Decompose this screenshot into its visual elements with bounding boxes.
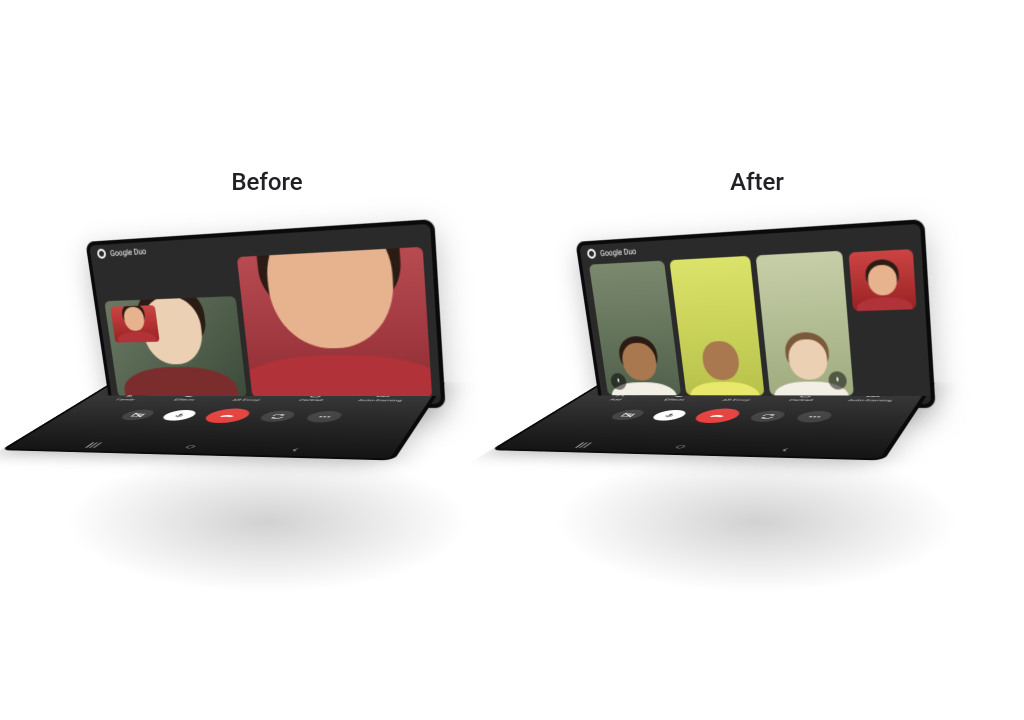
participant-tile[interactable] xyxy=(669,256,764,396)
device-fold: Google Duo xyxy=(592,224,939,565)
ar-emoji-icon xyxy=(241,393,262,398)
self-view-thumbnail[interactable] xyxy=(110,305,160,343)
top-screen: Google Duo xyxy=(575,219,935,408)
end-call-icon xyxy=(703,412,732,419)
camera-flip-icon xyxy=(267,413,288,419)
before-label: Before xyxy=(231,168,302,196)
self-view-column xyxy=(848,249,922,396)
autoframe-button[interactable]: Auto-framing xyxy=(344,393,422,402)
participant-tile[interactable] xyxy=(104,296,246,397)
device-fold: Google Duo xyxy=(102,224,449,565)
participant-tile-main[interactable] xyxy=(237,247,433,398)
autoframe-icon xyxy=(373,393,394,398)
more-icon xyxy=(314,414,335,420)
ar-emoji-button[interactable]: AR Emoji xyxy=(213,393,286,402)
home-nav-icon[interactable]: ○ xyxy=(180,444,202,450)
before-panel: Before Google Duo xyxy=(57,168,477,552)
video-grid-after xyxy=(589,247,922,396)
autoframe-icon xyxy=(863,393,884,398)
portrait-icon xyxy=(795,393,816,398)
top-screen: Google Duo xyxy=(85,219,445,408)
home-nav-icon[interactable]: ○ xyxy=(670,444,692,450)
end-call-button[interactable] xyxy=(199,408,256,423)
app-header: Google Duo xyxy=(587,246,637,259)
portrait-button[interactable]: Portrait xyxy=(277,393,352,402)
video-grid-before xyxy=(99,247,432,398)
recents-nav-icon[interactable]: ||| xyxy=(573,441,595,447)
camera-off-icon xyxy=(617,412,638,417)
add-icon xyxy=(612,393,633,398)
foldable-device-before: Google Duo xyxy=(87,232,447,552)
bottom-screen-controls: 4 Add Effects AR Emoji xyxy=(490,381,936,460)
recents-nav-icon[interactable]: ||| xyxy=(83,441,105,447)
system-nav: ||| ○ ‹ xyxy=(12,440,397,455)
foldable-device-after: Google Duo xyxy=(577,232,937,552)
camera-off-button[interactable] xyxy=(606,410,649,421)
family-icon xyxy=(122,393,143,398)
back-nav-icon[interactable]: ‹ xyxy=(775,446,797,453)
participant-tile[interactable] xyxy=(756,251,854,396)
camera-flip-button[interactable] xyxy=(746,411,789,422)
ar-emoji-icon xyxy=(731,393,752,398)
app-header: Google Duo xyxy=(97,246,147,259)
app-name: Google Duo xyxy=(599,247,636,258)
after-panel: After Google Duo xyxy=(547,168,967,552)
portrait-button[interactable]: Portrait xyxy=(767,393,842,402)
after-label: After xyxy=(730,168,784,196)
portrait-icon xyxy=(305,393,326,398)
app-name: Google Duo xyxy=(109,247,146,258)
end-call-icon xyxy=(213,412,242,419)
mic-button[interactable] xyxy=(158,410,201,421)
mic-icon xyxy=(169,413,190,418)
system-nav: ||| ○ ‹ xyxy=(502,440,887,455)
comparison-stage: Before Google Duo xyxy=(0,0,1024,720)
app-logo-icon xyxy=(97,249,107,259)
main-call-controls xyxy=(52,407,423,425)
effect-controls: Add Effects AR Emoji Portrait xyxy=(585,393,911,403)
participant-count: 4 xyxy=(759,387,779,390)
main-call-controls xyxy=(542,407,913,425)
more-button[interactable] xyxy=(303,411,346,423)
self-view-thumbnail[interactable] xyxy=(848,249,916,311)
bottom-screen-controls: Family Effects AR Emoji Portrait xyxy=(0,381,446,460)
autoframe-button[interactable]: Auto-framing xyxy=(834,393,912,402)
more-icon xyxy=(804,414,825,420)
more-button[interactable] xyxy=(793,411,836,423)
camera-off-button[interactable] xyxy=(116,410,159,421)
back-nav-icon[interactable]: ‹ xyxy=(285,446,307,453)
effect-controls: Family Effects AR Emoji Portrait xyxy=(95,393,421,403)
effects-icon xyxy=(180,393,201,398)
end-call-button[interactable] xyxy=(689,408,746,423)
participant-tile[interactable] xyxy=(589,261,681,396)
mic-button[interactable] xyxy=(648,410,691,421)
ar-emoji-button[interactable]: AR Emoji xyxy=(703,393,776,402)
camera-flip-icon xyxy=(757,413,778,419)
mic-icon xyxy=(659,413,680,418)
effects-icon xyxy=(670,393,691,398)
camera-off-icon xyxy=(127,412,148,417)
camera-flip-button[interactable] xyxy=(256,411,299,422)
app-logo-icon xyxy=(587,249,597,259)
